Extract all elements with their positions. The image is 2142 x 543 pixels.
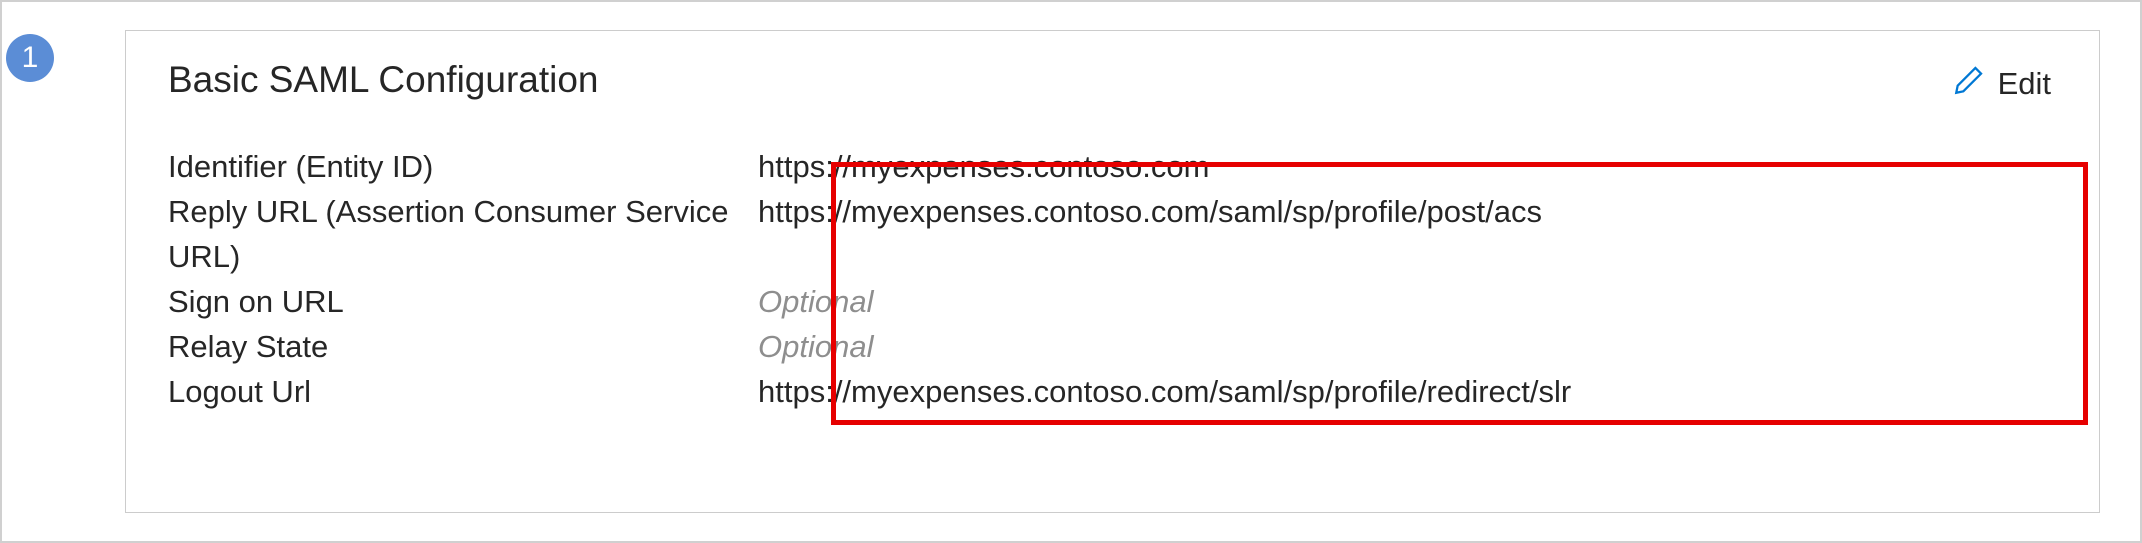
identifier-label: Identifier (Entity ID) (168, 145, 758, 190)
relay-state-value: Optional (758, 325, 2059, 370)
relay-state-label: Relay State (168, 325, 758, 370)
config-row: Sign on URL Optional (168, 280, 2059, 325)
config-row: Relay State Optional (168, 325, 2059, 370)
step-number-badge: 1 (6, 34, 54, 82)
step-number-text: 1 (22, 41, 39, 75)
reply-url-label: Reply URL (Assertion Consumer Service UR… (168, 190, 758, 280)
config-rows: Identifier (Entity ID) https://myexpense… (168, 145, 2059, 415)
logout-url-value: https://myexpenses.contoso.com/saml/sp/p… (758, 370, 2059, 415)
saml-config-card: Basic SAML Configuration Edit Identifier… (125, 30, 2100, 513)
edit-button-label: Edit (1998, 66, 2051, 102)
config-row: Reply URL (Assertion Consumer Service UR… (168, 190, 2059, 280)
logout-url-label: Logout Url (168, 370, 758, 415)
reply-url-value: https://myexpenses.contoso.com/saml/sp/p… (758, 190, 2059, 235)
identifier-value: https://myexpenses.contoso.com (758, 145, 2059, 190)
card-title: Basic SAML Configuration (168, 59, 599, 101)
card-header: Basic SAML Configuration Edit (168, 59, 2059, 109)
config-row: Logout Url https://myexpenses.contoso.co… (168, 370, 2059, 415)
step-container: 1 Basic SAML Configuration Edit Identifi… (0, 0, 2142, 543)
pencil-icon (1952, 63, 1986, 105)
sign-on-url-label: Sign on URL (168, 280, 758, 325)
sign-on-url-value: Optional (758, 280, 2059, 325)
config-row: Identifier (Entity ID) https://myexpense… (168, 145, 2059, 190)
edit-button[interactable]: Edit (1944, 59, 2059, 109)
